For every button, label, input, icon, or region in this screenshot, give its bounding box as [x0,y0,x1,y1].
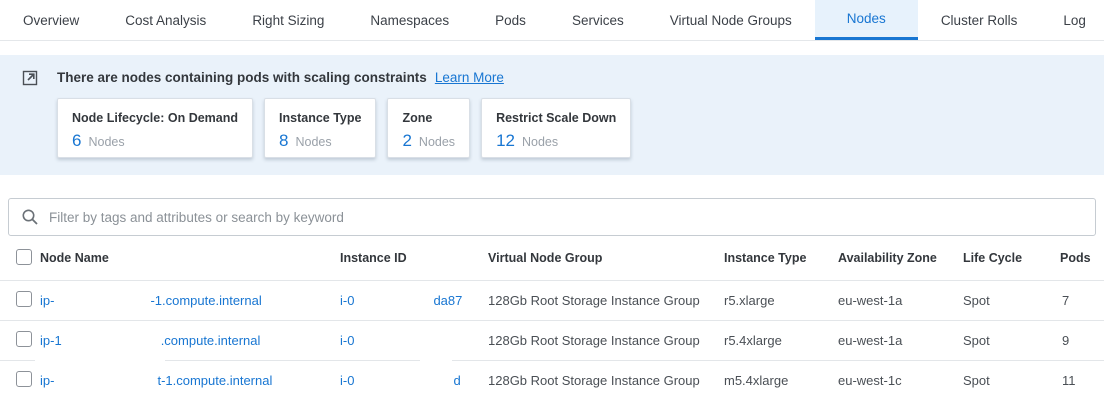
instance-id-cell: i-0 [340,333,488,348]
scale-up-icon [22,69,39,86]
row-checkbox[interactable] [16,371,32,387]
card-unit: Nodes [522,135,558,149]
card-title: Restrict Scale Down [496,111,616,125]
instance-id-link[interactable]: i-0da87 [340,293,462,308]
node-name-cell: ip--1.compute.internal [40,293,340,308]
tab-services[interactable]: Services [549,0,647,40]
table-body: ip--1.compute.internal i-0da87 128Gb Roo… [0,280,1104,400]
card-count: 12 [496,131,515,151]
banner-message: There are nodes containing pods with sca… [57,70,427,85]
instance-id-link[interactable]: i-0d [340,373,461,388]
life-cycle-cell: Spot [963,373,1060,388]
col-availability-zone: Availability Zone [838,251,963,265]
tab-pods[interactable]: Pods [472,0,549,40]
card-count: 6 [72,131,81,151]
pods-cell: 9 [1060,333,1104,348]
instance-id-cell: i-0da87 [340,293,488,308]
virtual-node-group-cell: 128Gb Root Storage Instance Group [488,373,724,388]
nodes-table: Node Name Instance ID Virtual Node Group… [0,236,1104,400]
table-row: ip--1.compute.internal i-0da87 128Gb Roo… [0,280,1104,320]
card-unit: Nodes [419,135,455,149]
select-all-checkbox[interactable] [16,249,32,265]
availability-zone-cell: eu-west-1a [838,293,963,308]
redacted-segment [54,300,150,301]
filter-search [8,198,1096,236]
col-life-cycle: Life Cycle [963,251,1060,265]
redacted-segment [354,300,433,301]
card-count: 2 [402,131,411,151]
card-title: Node Lifecycle: On Demand [72,111,238,125]
col-virtual-node-group: Virtual Node Group [488,251,724,265]
pods-cell: 11 [1060,373,1104,388]
tab-cluster-rolls[interactable]: Cluster Rolls [918,0,1041,40]
col-node-name: Node Name [40,251,340,265]
tab-right-sizing[interactable]: Right Sizing [229,0,347,40]
card-restrict-scale-down[interactable]: Restrict Scale Down 12 Nodes [481,98,631,158]
search-input[interactable] [49,210,1083,225]
card-title: Instance Type [279,111,361,125]
node-name-link[interactable]: ip-t-1.compute.internal [40,373,272,388]
node-name-cell: ip-1.compute.internal [40,333,340,348]
redacted-segment [62,340,161,341]
row-checkbox[interactable] [16,291,32,307]
search-icon [21,208,39,226]
tab-cost-analysis[interactable]: Cost Analysis [102,0,229,40]
tab-virtual-node-groups[interactable]: Virtual Node Groups [647,0,815,40]
tab-overview[interactable]: Overview [0,0,102,40]
tab-namespaces[interactable]: Namespaces [347,0,472,40]
card-title: Zone [402,111,455,125]
card-unit: Nodes [88,135,124,149]
virtual-node-group-cell: 128Gb Root Storage Instance Group [488,293,724,308]
card-instance-type[interactable]: Instance Type 8 Nodes [264,98,376,158]
card-zone[interactable]: Zone 2 Nodes [387,98,470,158]
row-checkbox[interactable] [16,331,32,347]
redacted-segment [354,380,453,381]
life-cycle-cell: Spot [963,293,1060,308]
col-pods: Pods [1060,251,1104,265]
redacted-segment [54,380,157,381]
card-count: 8 [279,131,288,151]
card-node-lifecycle[interactable]: Node Lifecycle: On Demand 6 Nodes [57,98,253,158]
life-cycle-cell: Spot [963,333,1060,348]
redacted-segment [354,340,454,341]
tab-nodes[interactable]: Nodes [815,0,918,40]
node-name-link[interactable]: ip--1.compute.internal [40,293,262,308]
node-name-link[interactable]: ip-1.compute.internal [40,333,260,348]
instance-type-cell: r5.4xlarge [724,333,838,348]
instance-id-link[interactable]: i-0 [340,333,454,348]
tab-log[interactable]: Log [1040,0,1104,40]
availability-zone-cell: eu-west-1a [838,333,963,348]
card-unit: Nodes [295,135,331,149]
table-header: Node Name Instance ID Virtual Node Group… [0,236,1104,280]
availability-zone-cell: eu-west-1c [838,373,963,388]
pods-cell: 7 [1060,293,1104,308]
col-instance-type: Instance Type [724,251,838,265]
instance-type-cell: r5.xlarge [724,293,838,308]
table-row: ip-1.compute.internal i-0 128Gb Root Sto… [0,320,1104,360]
virtual-node-group-cell: 128Gb Root Storage Instance Group [488,333,724,348]
scaling-constraints-banner: There are nodes containing pods with sca… [0,55,1104,175]
col-instance-id: Instance ID [340,251,488,265]
node-name-cell: ip-t-1.compute.internal [40,373,340,388]
learn-more-link[interactable]: Learn More [435,70,504,85]
instance-id-cell: i-0d [340,373,488,388]
table-row: ip-t-1.compute.internal i-0d 128Gb Root … [0,360,1104,400]
instance-type-cell: m5.4xlarge [724,373,838,388]
tab-bar: Overview Cost Analysis Right Sizing Name… [0,0,1104,41]
constraint-cards: Node Lifecycle: On Demand 6 Nodes Instan… [22,98,1082,158]
